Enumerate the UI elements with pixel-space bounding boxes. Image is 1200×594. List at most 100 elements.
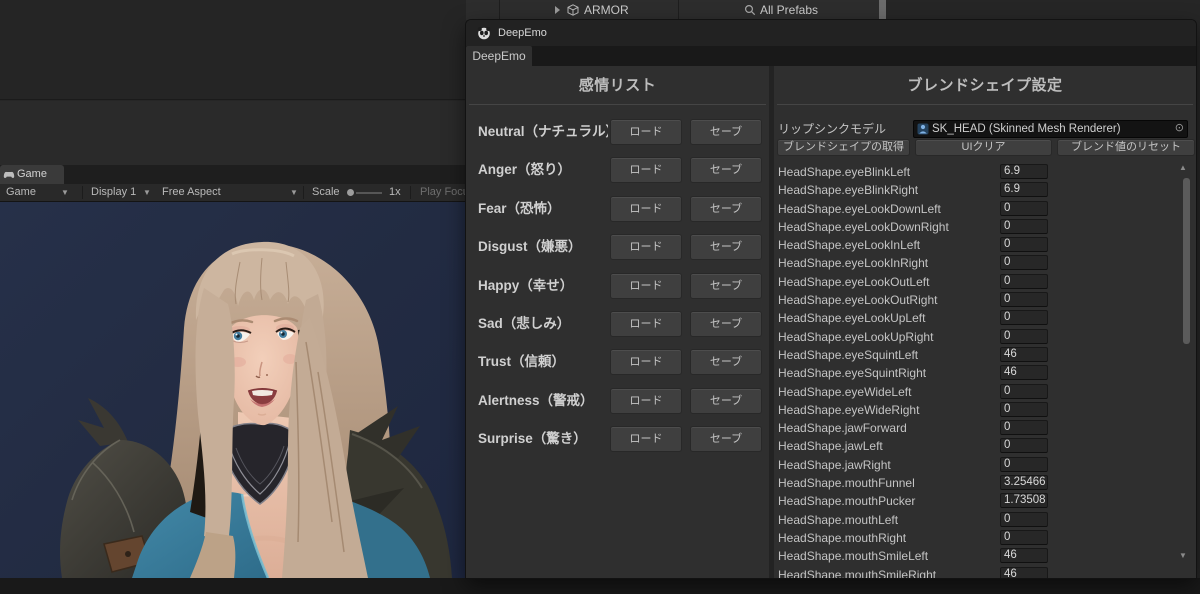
blendshape-value-field[interactable]: 0 bbox=[1000, 402, 1048, 417]
save-button[interactable]: セーブ bbox=[690, 349, 762, 375]
divider bbox=[678, 0, 679, 20]
blendshape-row: HeadShape.mouthLeft 0 bbox=[774, 511, 1196, 529]
emotion-rows: Neutral（ナチュラル） ロード セーブ Anger（怒り） ロード セーブ… bbox=[466, 119, 769, 465]
window-title: DeepEmo bbox=[498, 20, 547, 46]
emotion-label: Sad（悲しみ） bbox=[478, 311, 608, 337]
save-button[interactable]: セーブ bbox=[690, 273, 762, 299]
save-button[interactable]: セーブ bbox=[690, 119, 762, 145]
blendshape-value-field[interactable]: 0 bbox=[1000, 274, 1048, 289]
search-icon bbox=[744, 4, 756, 16]
scrollbar-down-arrow[interactable]: ▼ bbox=[1179, 551, 1187, 560]
load-button[interactable]: ロード bbox=[610, 426, 682, 452]
load-button[interactable]: ロード bbox=[610, 273, 682, 299]
scrollbar-thumb[interactable] bbox=[879, 0, 886, 20]
divider bbox=[82, 186, 83, 199]
chevron-down-icon[interactable]: ▼ bbox=[61, 184, 69, 201]
deepemo-app-icon bbox=[477, 26, 491, 40]
blendshape-value-field[interactable]: 0 bbox=[1000, 292, 1048, 307]
blendshape-value-field[interactable]: 46 bbox=[1000, 548, 1048, 563]
blendshape-value-field[interactable]: 0 bbox=[1000, 420, 1048, 435]
scale-label: Scale bbox=[312, 184, 340, 201]
blendshape-name: HeadShape.eyeLookUpRight bbox=[778, 328, 933, 346]
tab-game-label: Game bbox=[17, 165, 47, 184]
blendshape-row: HeadShape.eyeWideRight 0 bbox=[774, 401, 1196, 419]
game-menu-dropdown[interactable]: Game bbox=[6, 184, 36, 201]
save-button[interactable]: セーブ bbox=[690, 157, 762, 183]
load-button[interactable]: ロード bbox=[610, 388, 682, 414]
foldout-arrow-icon[interactable] bbox=[555, 6, 560, 14]
emotion-label: Anger（怒り） bbox=[478, 157, 608, 183]
window-titlebar[interactable]: DeepEmo bbox=[466, 20, 1196, 46]
blendshape-value-field[interactable]: 46 bbox=[1000, 567, 1048, 578]
load-button[interactable]: ロード bbox=[610, 157, 682, 183]
reset-blend-values-button[interactable]: ブレンド値のリセット bbox=[1057, 139, 1195, 156]
load-button[interactable]: ロード bbox=[610, 349, 682, 375]
blendshape-value-field[interactable]: 6.9 bbox=[1000, 182, 1048, 197]
load-button[interactable]: ロード bbox=[610, 119, 682, 145]
armor-item-label[interactable]: ARMOR bbox=[584, 0, 629, 20]
blendshape-value-field[interactable]: 0 bbox=[1000, 384, 1048, 399]
blendshape-name: HeadShape.eyeSquintLeft bbox=[778, 346, 918, 364]
scrollbar-thumb[interactable] bbox=[1183, 178, 1190, 344]
blendshape-value-field[interactable]: 0 bbox=[1000, 438, 1048, 453]
emotion-label: Trust（信頼） bbox=[478, 349, 608, 375]
blendshape-value-field[interactable]: 0 bbox=[1000, 237, 1048, 252]
chevron-down-icon[interactable]: ▼ bbox=[290, 184, 298, 201]
aspect-dropdown[interactable]: Free Aspect bbox=[162, 184, 221, 201]
blendshape-name: HeadShape.eyeLookOutRight bbox=[778, 291, 937, 309]
display-dropdown[interactable]: Display 1 bbox=[91, 184, 136, 201]
emotion-label: Disgust（嫌悪） bbox=[478, 234, 608, 260]
blendshape-value-field[interactable]: 6.9 bbox=[1000, 164, 1048, 179]
blendshape-name: HeadShape.eyeWideRight bbox=[778, 401, 919, 419]
lipsync-model-label: リップシンクモデル bbox=[778, 120, 886, 138]
save-button[interactable]: セーブ bbox=[690, 426, 762, 452]
emotion-label: Neutral（ナチュラル） bbox=[478, 119, 608, 145]
load-button[interactable]: ロード bbox=[610, 196, 682, 222]
blendshape-row: HeadShape.jawForward 0 bbox=[774, 419, 1196, 437]
lipsync-model-object-field[interactable]: SK_HEAD (Skinned Mesh Renderer) ⊙ bbox=[913, 120, 1188, 138]
blendshape-name: HeadShape.eyeLookDownLeft bbox=[778, 200, 941, 218]
ui-clear-button[interactable]: UIクリア bbox=[915, 139, 1052, 156]
save-button[interactable]: セーブ bbox=[690, 196, 762, 222]
blendshape-value-field[interactable]: 0 bbox=[1000, 310, 1048, 325]
play-focused-dropdown[interactable]: Play Focused bbox=[420, 184, 466, 201]
blendshape-name: HeadShape.mouthSmileRight bbox=[778, 566, 936, 578]
tab-deepemo[interactable]: DeepEmo bbox=[466, 46, 532, 66]
emotion-row: Disgust（嫌悪） ロード セーブ bbox=[466, 234, 769, 260]
blendshape-value-field[interactable]: 0 bbox=[1000, 457, 1048, 472]
blendshape-name: HeadShape.mouthPucker bbox=[778, 492, 915, 510]
blendshape-value-field[interactable]: 1.73508 bbox=[1000, 493, 1048, 508]
blendshape-value-field[interactable]: 0 bbox=[1000, 201, 1048, 216]
blendshape-row: HeadShape.eyeLookInLeft 0 bbox=[774, 236, 1196, 254]
emotion-panel-title: 感情リスト bbox=[466, 74, 769, 95]
blendshape-value-field[interactable]: 46 bbox=[1000, 347, 1048, 362]
tab-game[interactable]: Game bbox=[0, 165, 64, 184]
emotion-label: Fear（恐怖） bbox=[478, 196, 608, 222]
fetch-blendshapes-button[interactable]: ブレンドシェイプの取得 bbox=[777, 139, 910, 156]
save-button[interactable]: セーブ bbox=[690, 311, 762, 337]
blendshape-value-field[interactable]: 0 bbox=[1000, 512, 1048, 527]
blendshape-value-field[interactable]: 46 bbox=[1000, 365, 1048, 380]
blendshape-value-field[interactable]: 0 bbox=[1000, 219, 1048, 234]
emotion-row: Anger（怒り） ロード セーブ bbox=[466, 157, 769, 183]
object-picker-icon[interactable]: ⊙ bbox=[1175, 120, 1184, 137]
unity-editor: ARMOR All Prefabs Game Game ▼ Display 1 … bbox=[0, 0, 1200, 594]
chevron-down-icon[interactable]: ▼ bbox=[143, 184, 151, 201]
editor-panel-lower bbox=[0, 101, 466, 165]
blendshape-panel: ブレンドシェイプ設定 リップシンクモデル SK_HEAD (Skinned Me… bbox=[774, 66, 1196, 578]
scale-slider-knob[interactable] bbox=[347, 189, 354, 196]
blendshape-value-field[interactable]: 0 bbox=[1000, 329, 1048, 344]
load-button[interactable]: ロード bbox=[610, 234, 682, 260]
save-button[interactable]: セーブ bbox=[690, 234, 762, 260]
blendshape-value-field[interactable]: 0 bbox=[1000, 530, 1048, 545]
blendshape-value-field[interactable]: 0 bbox=[1000, 255, 1048, 270]
divider bbox=[303, 186, 304, 199]
all-prefabs-label[interactable]: All Prefabs bbox=[760, 0, 818, 20]
blendshape-name: HeadShape.eyeBlinkLeft bbox=[778, 163, 910, 181]
scale-slider-track[interactable] bbox=[356, 192, 382, 194]
load-button[interactable]: ロード bbox=[610, 311, 682, 337]
blendshape-value-field[interactable]: 3.25466 bbox=[1000, 475, 1048, 490]
blendshape-row: HeadShape.eyeBlinkLeft 6.9 bbox=[774, 163, 1196, 181]
save-button[interactable]: セーブ bbox=[690, 388, 762, 414]
scrollbar-up-arrow[interactable]: ▲ bbox=[1179, 163, 1187, 172]
